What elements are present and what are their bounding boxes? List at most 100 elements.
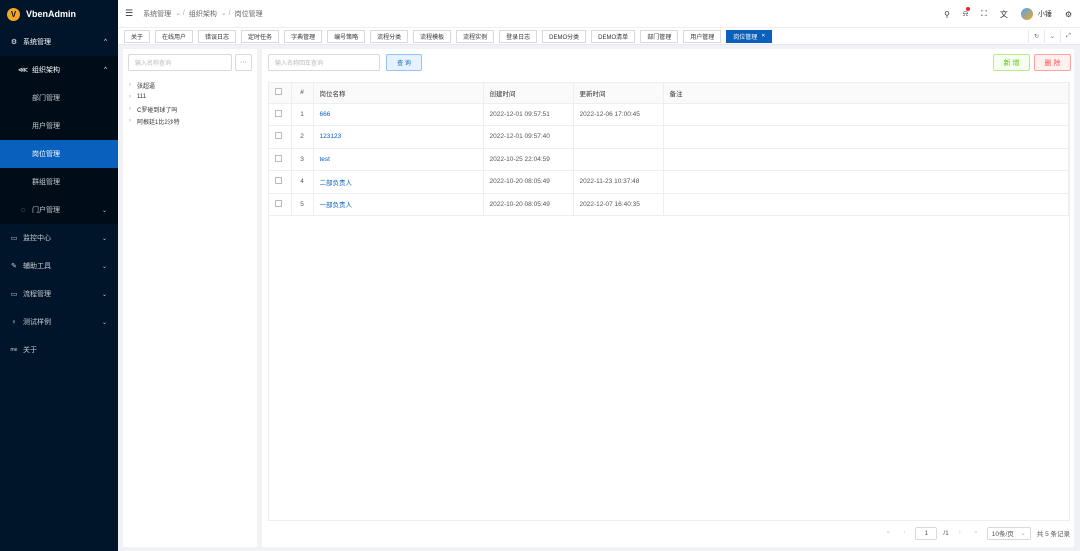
tab-login-log[interactable]: 登录日志	[499, 29, 538, 43]
tab-numbering[interactable]: 编号策略	[327, 29, 366, 43]
add-button[interactable]: 新 增	[993, 54, 1030, 71]
tab-user-management[interactable]: 用户管理	[683, 29, 722, 43]
remark	[663, 125, 1069, 149]
post-name[interactable]: 666	[313, 103, 484, 126]
breadcrumb-item[interactable]: 系统管理	[143, 9, 171, 19]
avatar	[1020, 8, 1033, 20]
row-checkbox[interactable]	[269, 193, 292, 216]
created-time: 2022-10-25 22:04:59	[483, 148, 574, 171]
updated-time: 2022-12-06 17:00:45	[573, 103, 664, 126]
tab-demo-list[interactable]: DEMO清单	[591, 29, 636, 43]
first-page-icon[interactable]: «	[883, 530, 893, 536]
table-row[interactable]: 2 123123 2022-12-01 09:57:40	[269, 125, 1069, 149]
chevron-down-icon: ⌄	[101, 235, 107, 242]
post-name[interactable]: 123123	[313, 125, 484, 149]
user-dropdown[interactable]: 小锤	[1020, 8, 1052, 20]
row-index: 2	[291, 125, 314, 149]
bell-icon[interactable]: ⍾	[963, 7, 971, 19]
tab-label: 流程分类	[377, 34, 402, 41]
menu-dept-management[interactable]: 部门管理	[0, 84, 118, 112]
menu-org-structure[interactable]: ⋘ 组织架构 ^	[0, 56, 118, 84]
tree-node[interactable]: › 阿根廷1比2沙特	[129, 115, 180, 127]
tab-demo-category[interactable]: DEMO分类	[542, 29, 587, 43]
tree-node[interactable]: › 张超逼	[129, 79, 180, 91]
gear-icon: ⚙	[10, 39, 18, 46]
menu-user-management[interactable]: 用户管理	[0, 112, 118, 140]
search-input[interactable]: 输入名称回车查询	[268, 54, 380, 71]
post-table: # 岗位名称 创建时间 更新时间 备注 1 666 2022-12-01 09:…	[268, 82, 1070, 521]
menu-monitor-center[interactable]: ▭ 监控中心 ⌄	[0, 224, 118, 252]
menu-fold-icon[interactable]: ☰	[125, 8, 133, 19]
table-row[interactable]: 4 二部负责人 2022-10-20 08:05:49 2022-11-23 1…	[269, 170, 1069, 194]
translate-icon[interactable]: 文	[1000, 9, 1008, 20]
table-row[interactable]: 5 一部负责人 2022-10-20 08:05:49 2022-12-07 1…	[269, 193, 1069, 216]
chevron-right-icon[interactable]: ›	[129, 82, 137, 88]
created-time: 2022-10-20 08:05:49	[483, 193, 574, 216]
post-name[interactable]: 二部负责人	[313, 170, 484, 194]
post-name[interactable]: test	[313, 148, 484, 171]
tab-dept-management[interactable]: 部门管理	[640, 29, 679, 43]
sidebar: V VbenAdmin ⚙ 系统管理 ^ ⋘ 组织架构 ^ 部门管理 用户管理 …	[0, 0, 118, 551]
last-page-icon[interactable]: »	[971, 530, 981, 536]
select-all-checkbox[interactable]	[269, 83, 292, 104]
tree-node[interactable]: › C罗碰到球了吗	[129, 103, 180, 115]
menu-test-samples[interactable]: ♀ 测试样例 ⌄	[0, 308, 118, 336]
refresh-icon[interactable]: ↻	[1028, 30, 1044, 43]
tab-label: 流程实例	[463, 34, 488, 41]
menu-portal-management[interactable]: ◌ 门户管理 ⌄	[0, 196, 118, 224]
menu-about[interactable]: me 关于	[0, 336, 118, 364]
delete-button[interactable]: 删 除	[1034, 54, 1071, 71]
created-time: 2022-10-20 08:05:49	[483, 170, 574, 194]
fold-icon[interactable]: ⤢	[1060, 30, 1076, 43]
tree-search-input[interactable]: 输入名称查询	[128, 54, 232, 71]
tab-about[interactable]: 关于	[124, 29, 151, 43]
tab-flow-category[interactable]: 流程分类	[370, 29, 409, 43]
menu-flow-management[interactable]: ▭ 流程管理 ⌄	[0, 280, 118, 308]
close-icon[interactable]: ✕	[761, 33, 765, 39]
tab-dictionary[interactable]: 字典管理	[284, 29, 323, 43]
about-icon: me	[10, 347, 18, 353]
row-checkbox[interactable]	[269, 125, 292, 149]
logo[interactable]: V VbenAdmin	[0, 0, 118, 28]
tab-label: 岗位管理	[733, 34, 758, 41]
column-header-updated: 更新时间	[573, 83, 664, 104]
query-button[interactable]: 查 询	[386, 54, 422, 71]
menu-helper-tools[interactable]: ✎ 辅助工具 ⌄	[0, 252, 118, 280]
menu-group-management[interactable]: 群组管理	[0, 168, 118, 196]
settings-icon[interactable]: ⚙	[1065, 10, 1072, 19]
chevron-up-icon: ^	[104, 39, 107, 45]
tab-flow-instance[interactable]: 流程实例	[456, 29, 495, 43]
menu-system-management[interactable]: ⚙ 系统管理 ^	[0, 28, 118, 56]
created-time: 2022-12-01 09:57:51	[483, 103, 574, 126]
row-checkbox[interactable]	[269, 148, 292, 171]
more-icon[interactable]: ···	[235, 54, 252, 71]
tree-list: › 张超逼 › 111 › C罗碰到球了吗 › 阿根廷1比2沙特	[129, 79, 180, 127]
tree-node[interactable]: › 111	[129, 91, 180, 103]
tab-scheduled-tasks[interactable]: 定时任务	[241, 29, 280, 43]
total-pages: /1	[943, 529, 949, 537]
row-checkbox[interactable]	[269, 103, 292, 126]
tab-error-log[interactable]: 错误日志	[198, 29, 237, 43]
prev-page-icon[interactable]: ‹	[899, 530, 909, 536]
row-checkbox[interactable]	[269, 170, 292, 194]
chevron-right-icon[interactable]: ›	[129, 118, 137, 124]
chevron-right-icon[interactable]: ›	[129, 94, 137, 100]
tab-online-users[interactable]: 在线用户	[155, 29, 194, 43]
page-size-select[interactable]: 10条/页 ⌄	[986, 526, 1031, 540]
menu-label: 系统管理	[23, 39, 51, 46]
tab-flow-template[interactable]: 流程模板	[413, 29, 452, 43]
table-row[interactable]: 3 test 2022-10-25 22:04:59	[269, 148, 1069, 171]
next-page-icon[interactable]: ›	[955, 530, 965, 536]
breadcrumb-item[interactable]: 组织架构	[189, 9, 217, 19]
chevron-right-icon[interactable]: ›	[129, 106, 137, 112]
page-input[interactable]: 1	[915, 526, 938, 540]
header: ☰ 系统管理 ⌄ / 组织架构 ⌄ / 岗位管理 ⚲ ⍾ ⛶ 文 小锤 ⚙	[118, 0, 1080, 28]
fullscreen-icon[interactable]: ⛶	[981, 9, 987, 19]
table-row[interactable]: 1 666 2022-12-01 09:57:51 2022-12-06 17:…	[269, 103, 1069, 126]
chevron-down-icon[interactable]: ⌄	[1044, 30, 1060, 43]
search-icon[interactable]: ⚲	[944, 10, 950, 19]
tab-post-management[interactable]: 岗位管理 ✕	[726, 29, 773, 43]
tree-node-label: C罗碰到球了吗	[137, 107, 178, 114]
post-name[interactable]: 一部负责人	[313, 193, 484, 216]
menu-post-management[interactable]: 岗位管理	[0, 140, 118, 168]
